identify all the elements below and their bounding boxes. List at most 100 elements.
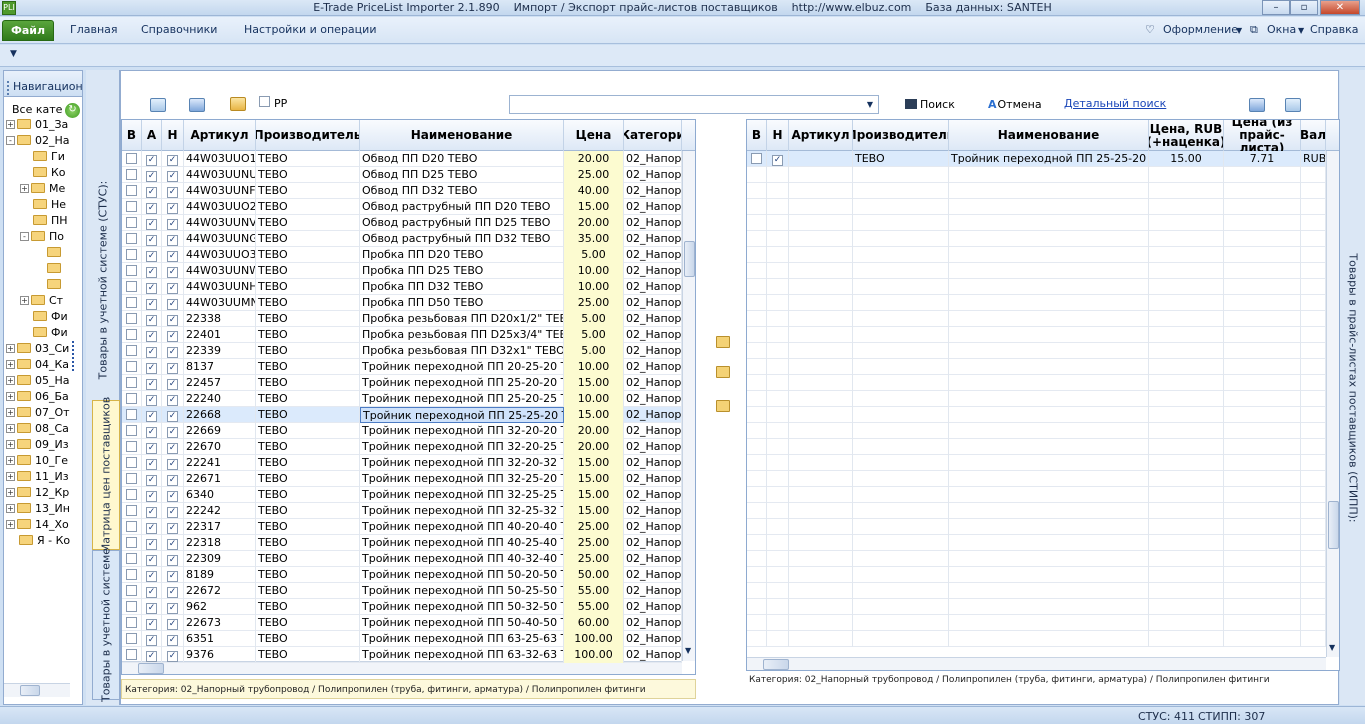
checkbox[interactable]: ✓	[146, 363, 157, 374]
table-row[interactable]: ✓ TEBOТройник переходной ПП 25-25-20 TEBO…	[747, 151, 1326, 167]
checkbox-cell[interactable]	[122, 183, 142, 199]
table-row[interactable]: ✓ ✓ 6340 TEBO Тройник переходной ПП 32-25-25…	[122, 487, 682, 503]
checkbox[interactable]	[126, 313, 137, 324]
tree-item[interactable]: +11_Из	[6, 470, 69, 486]
checkbox[interactable]	[126, 233, 137, 244]
checkbox-cell[interactable]: ✓	[142, 471, 162, 487]
checkbox-cell[interactable]	[122, 631, 142, 647]
checkbox-cell[interactable]: ✓	[142, 167, 162, 183]
header-manufacturer[interactable]: Производитель	[853, 120, 949, 151]
checkbox[interactable]	[126, 345, 137, 356]
checkbox-cell[interactable]: ✓	[162, 263, 184, 279]
checkbox[interactable]: ✓	[146, 427, 157, 438]
table-row[interactable]: ✓ ✓ 22670 TEBO Тройник переходной ПП 32-20-2…	[122, 439, 682, 455]
expand-icon[interactable]: +	[6, 488, 15, 497]
checkbox[interactable]	[126, 393, 137, 404]
checkbox[interactable]: ✓	[146, 331, 157, 342]
checkbox-cell[interactable]: ✓	[162, 487, 184, 503]
export-icon[interactable]	[1285, 98, 1301, 112]
header-b[interactable]: В	[122, 120, 142, 151]
checkbox-cell[interactable]: ✓	[142, 535, 162, 551]
checkbox-cell[interactable]: ✓	[162, 631, 184, 647]
checkbox-cell[interactable]: ✓	[142, 327, 162, 343]
checkbox-cell[interactable]: ✓	[142, 599, 162, 615]
table-row[interactable]: ✓ ✓ 44W03UUNU TEBO Обвод ПП D25 TEBO 25.00 02_…	[122, 167, 682, 183]
expand-icon[interactable]: +	[6, 120, 15, 129]
checkbox-cell[interactable]: ✓	[142, 279, 162, 295]
header-price-source[interactable]: Цена (из прайс-листа)	[1224, 120, 1301, 151]
table-row[interactable]: ✓ ✓ 22339 TEBO Пробка резьбовая ПП D32x1" TE…	[122, 343, 682, 359]
checkbox-cell[interactable]	[747, 151, 767, 167]
tree-item[interactable]: Я - Ко	[6, 534, 70, 550]
detailed-search-link[interactable]: Детальный поиск	[1064, 97, 1166, 110]
checkbox[interactable]	[126, 201, 137, 212]
header-currency[interactable]: Вал	[1301, 120, 1326, 151]
checkbox-cell[interactable]	[122, 199, 142, 215]
checkbox[interactable]: ✓	[146, 475, 157, 486]
checkbox[interactable]: ✓	[146, 251, 157, 262]
tree-item[interactable]	[34, 278, 65, 294]
tab-price-matrix[interactable]: Матрица цен поставщиков	[92, 397, 120, 553]
checkbox[interactable]: ✓	[146, 587, 157, 598]
checkbox-cell[interactable]: ✓	[162, 535, 184, 551]
checkbox[interactable]: ✓	[146, 187, 157, 198]
header-category[interactable]: Категори	[624, 120, 682, 151]
table-row[interactable]: ✓ ✓ 44W03UUO1 TEBO Обвод ПП D20 TEBO 20.00 02_…	[122, 151, 682, 167]
checkbox[interactable]	[126, 617, 137, 628]
expand-icon[interactable]: +	[6, 504, 15, 513]
checkbox-cell[interactable]: ✓	[162, 647, 184, 663]
checkbox-cell[interactable]	[122, 311, 142, 327]
checkbox[interactable]: ✓	[146, 443, 157, 454]
checkbox-cell[interactable]	[122, 583, 142, 599]
checkbox-cell[interactable]: ✓	[162, 391, 184, 407]
checkbox[interactable]	[126, 249, 137, 260]
table-row[interactable]: ✓ ✓ 22317 TEBO Тройник переходной ПП 40-20-4…	[122, 519, 682, 535]
checkbox[interactable]: ✓	[167, 347, 178, 358]
checkbox[interactable]: ✓	[146, 491, 157, 502]
checkbox-cell[interactable]: ✓	[162, 599, 184, 615]
checkbox-cell[interactable]: ✓	[142, 343, 162, 359]
table-row[interactable]: ✓ ✓ 44W03UUNW TEBO Пробка ПП D25 TEBO 10.00 02…	[122, 263, 682, 279]
checkbox-cell[interactable]	[122, 551, 142, 567]
table-row[interactable]: ✓ ✓ 22318 TEBO Тройник переходной ПП 40-25-4…	[122, 535, 682, 551]
tree-all-categories[interactable]: Все кате	[12, 103, 62, 119]
tree-item[interactable]: ПН	[20, 214, 68, 230]
table-row[interactable]: ✓ ✓ 44W03UUMN TEBO Пробка ПП D50 TEBO 25.00 02…	[122, 295, 682, 311]
checkbox-cell[interactable]: ✓	[142, 311, 162, 327]
checkbox[interactable]: ✓	[167, 603, 178, 614]
checkbox-cell[interactable]: ✓	[162, 295, 184, 311]
checkbox-cell[interactable]: ✓	[142, 423, 162, 439]
checkbox[interactable]: ✓	[167, 411, 178, 422]
table-row[interactable]: ✓ ✓ 22457 TEBO Тройник переходной ПП 25-20-2…	[122, 375, 682, 391]
tree-item[interactable]: Ги	[20, 150, 65, 166]
checkbox[interactable]	[126, 425, 137, 436]
checkbox-cell[interactable]	[122, 455, 142, 471]
tree-item[interactable]: +05_На	[6, 374, 70, 390]
tree-item[interactable]: +06_Ба	[6, 390, 69, 406]
checkbox-cell[interactable]: ✓	[162, 343, 184, 359]
checkbox[interactable]	[126, 153, 137, 164]
checkbox[interactable]: ✓	[146, 523, 157, 534]
checkbox[interactable]: ✓	[167, 491, 178, 502]
checkbox-cell[interactable]: ✓	[162, 327, 184, 343]
menu-appearance[interactable]: Оформление	[1163, 23, 1238, 36]
checkbox-cell[interactable]	[122, 263, 142, 279]
table-row[interactable]: ✓ ✓ 22309 TEBO Тройник переходной ПП 40-32-4…	[122, 551, 682, 567]
checkbox-cell[interactable]: ✓	[142, 551, 162, 567]
checkbox[interactable]: ✓	[167, 171, 178, 182]
table-row[interactable]: ✓ ✓ 962 TEBO Тройник переходной ПП 50-32-50 …	[122, 599, 682, 615]
tab-settings[interactable]: Настройки и операции	[244, 23, 376, 36]
checkbox-cell[interactable]: ✓	[142, 407, 162, 423]
tab-goods[interactable]: Товары в учетной системе	[92, 548, 120, 702]
checkbox[interactable]	[126, 361, 137, 372]
checkbox[interactable]: ✓	[167, 635, 178, 646]
checkbox[interactable]: ✓	[146, 315, 157, 326]
checkbox-cell[interactable]	[122, 295, 142, 311]
close-button[interactable]: ✕	[1320, 0, 1360, 15]
checkbox[interactable]: ✓	[146, 267, 157, 278]
checkbox-cell[interactable]: ✓	[162, 583, 184, 599]
checkbox-cell[interactable]	[122, 167, 142, 183]
checkbox[interactable]	[126, 537, 137, 548]
checkbox-cell[interactable]: ✓	[142, 631, 162, 647]
checkbox[interactable]: ✓	[167, 187, 178, 198]
